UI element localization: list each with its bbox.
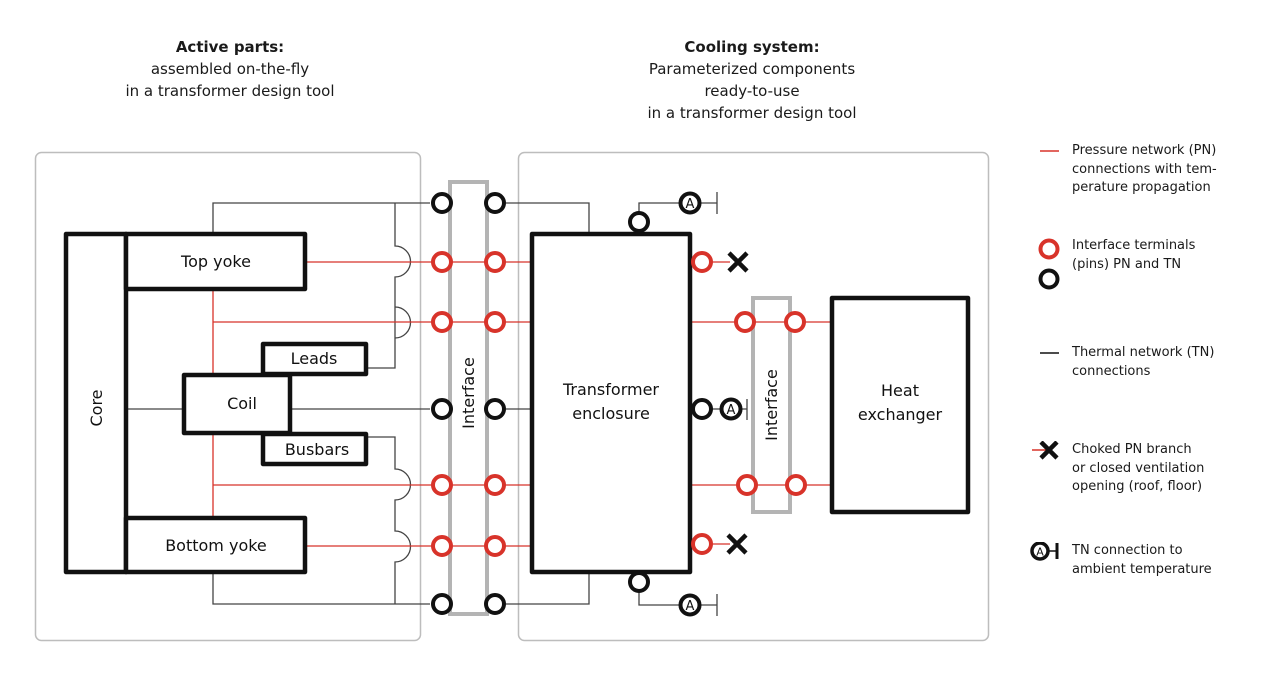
legend-text-line: connections with tem- <box>1072 161 1217 177</box>
legend-text-line: ambient temperature <box>1072 561 1212 577</box>
tn-terminal <box>431 398 453 420</box>
ambient-symbol-top: A <box>678 191 702 215</box>
thermal-line-top <box>212 202 430 234</box>
legend-item-pressure-network: Pressure network (PN) connections with t… <box>1028 142 1278 202</box>
pn-terminal <box>691 533 713 555</box>
pn-terminal <box>431 474 453 496</box>
pn-terminal <box>785 474 807 496</box>
tn-terminal <box>431 192 453 214</box>
enclosure-label-line2: enclosure <box>572 404 650 423</box>
ambient-line-bottom-tail <box>701 594 718 616</box>
legend-text-line: connections <box>1072 363 1151 379</box>
legend-item-thermal-network: Thermal network (TN) connections <box>1028 344 1278 384</box>
legend-text-line: Choked PN branch <box>1072 442 1192 457</box>
top-yoke-label: Top yoke <box>180 252 251 271</box>
pressure-line-icon <box>1040 150 1059 152</box>
interface-left-label: Interface <box>459 357 478 429</box>
legend-text-line: Interface terminals <box>1072 238 1196 253</box>
tn-terminal <box>628 571 650 593</box>
thermal-line-icon <box>1040 352 1059 354</box>
tn-terminal <box>484 593 506 615</box>
pn-terminal <box>431 311 453 333</box>
thermal-line-leads <box>366 203 412 369</box>
pn-terminal <box>484 251 506 273</box>
choked-branch-icon <box>727 251 749 273</box>
legend-item-choked-branch: Choked PN branch or closed ventilation o… <box>1028 441 1278 501</box>
tn-terminal <box>484 398 506 420</box>
tn-terminal <box>691 398 713 420</box>
pn-terminal <box>431 535 453 557</box>
legend-text-line: TN connection to <box>1072 543 1183 558</box>
ambient-line-bottom <box>638 592 680 606</box>
ambient-line-top-tail <box>701 192 718 214</box>
interface-terminal-icon <box>1038 238 1060 290</box>
coil-label: Coil <box>227 394 257 413</box>
ambient-connection-icon: A <box>1030 542 1059 561</box>
ambient-symbol-bottom: A <box>678 593 702 617</box>
pn-terminal <box>784 311 806 333</box>
core-label: Core <box>87 389 106 426</box>
ambient-letter: A <box>686 197 695 212</box>
bottom-yoke-label: Bottom yoke <box>165 536 267 555</box>
interface-right-label: Interface <box>762 369 781 441</box>
legend-item-ambient-connection: A TN connection to ambient temperature <box>1028 542 1278 582</box>
thermal-line-bottom <box>212 572 430 605</box>
heat-exchanger-label-line2: exchanger <box>858 405 943 424</box>
legend-text-line: perature propagation <box>1072 180 1211 195</box>
pn-terminal <box>691 251 713 273</box>
choked-branch-icon <box>726 533 748 555</box>
ambient-line-top <box>638 202 680 212</box>
legend-text-line: opening (roof, floor) <box>1072 479 1203 494</box>
heat-exchanger-label-line1: Heat <box>881 381 919 400</box>
enclosure-label-line1: Transformer <box>562 380 659 399</box>
pn-terminal <box>484 535 506 557</box>
transformer-enclosure-block <box>529 231 693 575</box>
ambient-letter: A <box>727 403 736 418</box>
legend-text-line: Thermal network (TN) <box>1072 345 1215 360</box>
pn-terminal <box>484 474 506 496</box>
pn-terminal <box>431 251 453 273</box>
legend-text-line: Pressure network (PN) <box>1072 143 1217 158</box>
legend-text-line: (pins) PN and TN <box>1072 256 1182 272</box>
busbars-label: Busbars <box>285 440 349 459</box>
pn-terminal <box>484 311 506 333</box>
pn-terminal <box>734 311 756 333</box>
pn-terminal <box>736 474 758 496</box>
legend-item-interface-terminals: Interface terminals (pins) PN and TN <box>1028 237 1278 297</box>
tn-terminal <box>484 192 506 214</box>
tn-terminal <box>628 211 650 233</box>
tn-terminal <box>431 593 453 615</box>
ambient-symbol-mid: A <box>719 397 743 421</box>
ambient-letter: A <box>686 599 695 614</box>
legend-text-line: or closed ventilation <box>1072 460 1205 476</box>
ambient-letter: A <box>1036 546 1044 559</box>
choked-branch-icon <box>1032 441 1059 460</box>
leads-label: Leads <box>291 349 338 368</box>
thermal-line-busbars <box>366 436 412 604</box>
